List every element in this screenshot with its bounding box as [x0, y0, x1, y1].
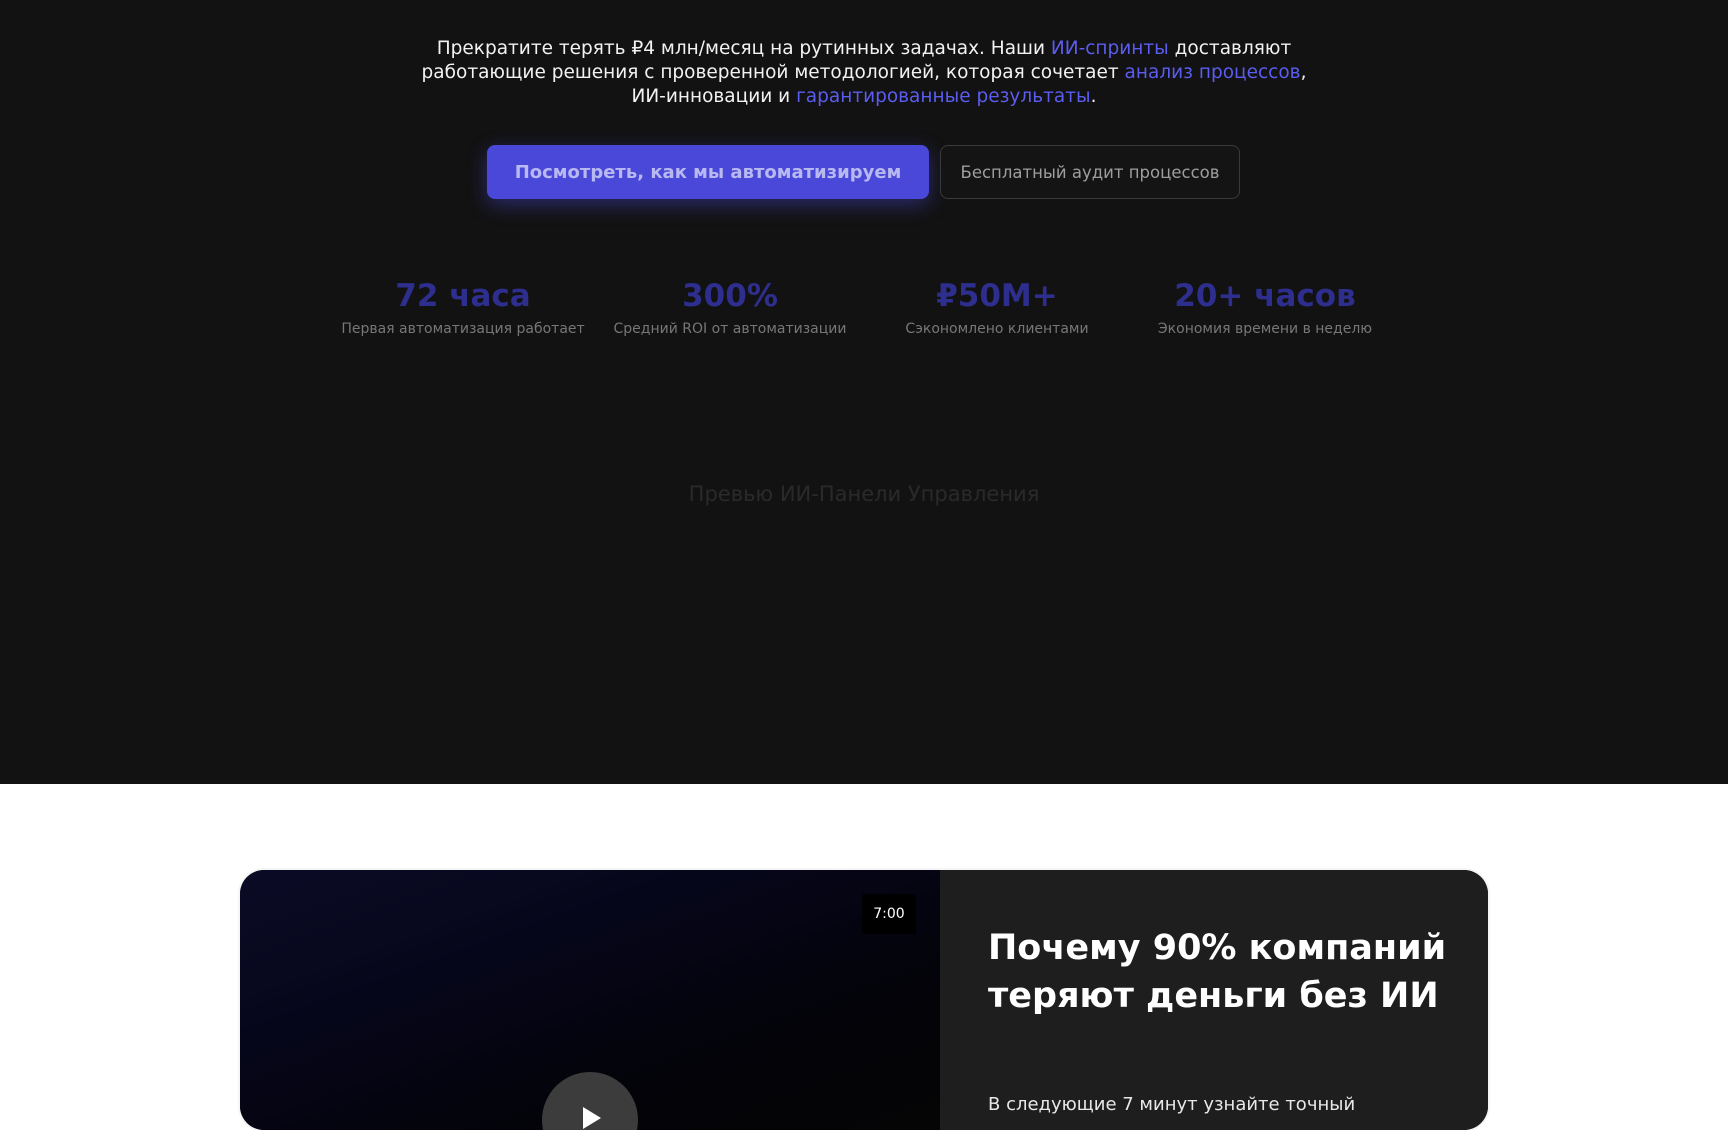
video-duration-badge: 7:00	[862, 894, 916, 934]
play-button[interactable]	[542, 1072, 638, 1130]
stat-value: 20+ часов	[1174, 278, 1356, 314]
video-title: Почему 90% компаний теряют деньги без ИИ	[988, 928, 1447, 1016]
stat-label: Первая автоматизация работает	[341, 321, 585, 337]
link-process-analysis[interactable]: анализ процессов	[1125, 62, 1301, 83]
link-ai-sprints[interactable]: ИИ-спринты	[1051, 38, 1169, 59]
video-player[interactable]: 7:00	[240, 870, 940, 1130]
stat-value: 300%	[682, 278, 778, 314]
stat-value: 72 часа	[395, 278, 531, 314]
video-info-panel: Почему 90% компаний теряют деньги без ИИ…	[940, 870, 1488, 1130]
hero-text-part: Прекратите терять ₽4 млн/месяц на рутинн…	[436, 38, 1051, 59]
stat-item: ₽50M+ Сэкономлено клиентами	[863, 272, 1131, 338]
free-audit-button[interactable]: Бесплатный аудит процессов	[940, 145, 1240, 199]
link-guaranteed-results[interactable]: гарантированные результаты	[796, 86, 1091, 107]
video-description: В следующие 7 минут узнайте точный	[988, 1094, 1356, 1115]
hero-description: Прекратите терять ₽4 млн/месяц на рутинн…	[404, 37, 1324, 109]
stat-label: Экономия времени в неделю	[1157, 321, 1373, 337]
hero-text-part: .	[1090, 86, 1097, 107]
video-card: 7:00 Почему 90% компаний теряют деньги б…	[240, 870, 1488, 1130]
cta-row: Посмотреть, как мы автоматизируем Беспла…	[0, 145, 1728, 199]
stat-label: Средний ROI от автоматизации	[613, 321, 847, 337]
stat-item: 20+ часов Экономия времени в неделю	[1131, 272, 1399, 338]
stat-item: 300% Средний ROI от автоматизации	[596, 272, 864, 338]
see-automation-button[interactable]: Посмотреть, как мы автоматизируем	[487, 145, 929, 199]
dashboard-preview-placeholder: Превью ИИ-Панели Управления	[688, 482, 1040, 506]
stat-value: ₽50M+	[936, 278, 1058, 314]
hero-section: Прекратите терять ₽4 млн/месяц на рутинн…	[0, 0, 1728, 784]
stat-label: Сэкономлено клиентами	[905, 321, 1089, 337]
stat-item: 72 часа Первая автоматизация работает	[329, 272, 597, 338]
